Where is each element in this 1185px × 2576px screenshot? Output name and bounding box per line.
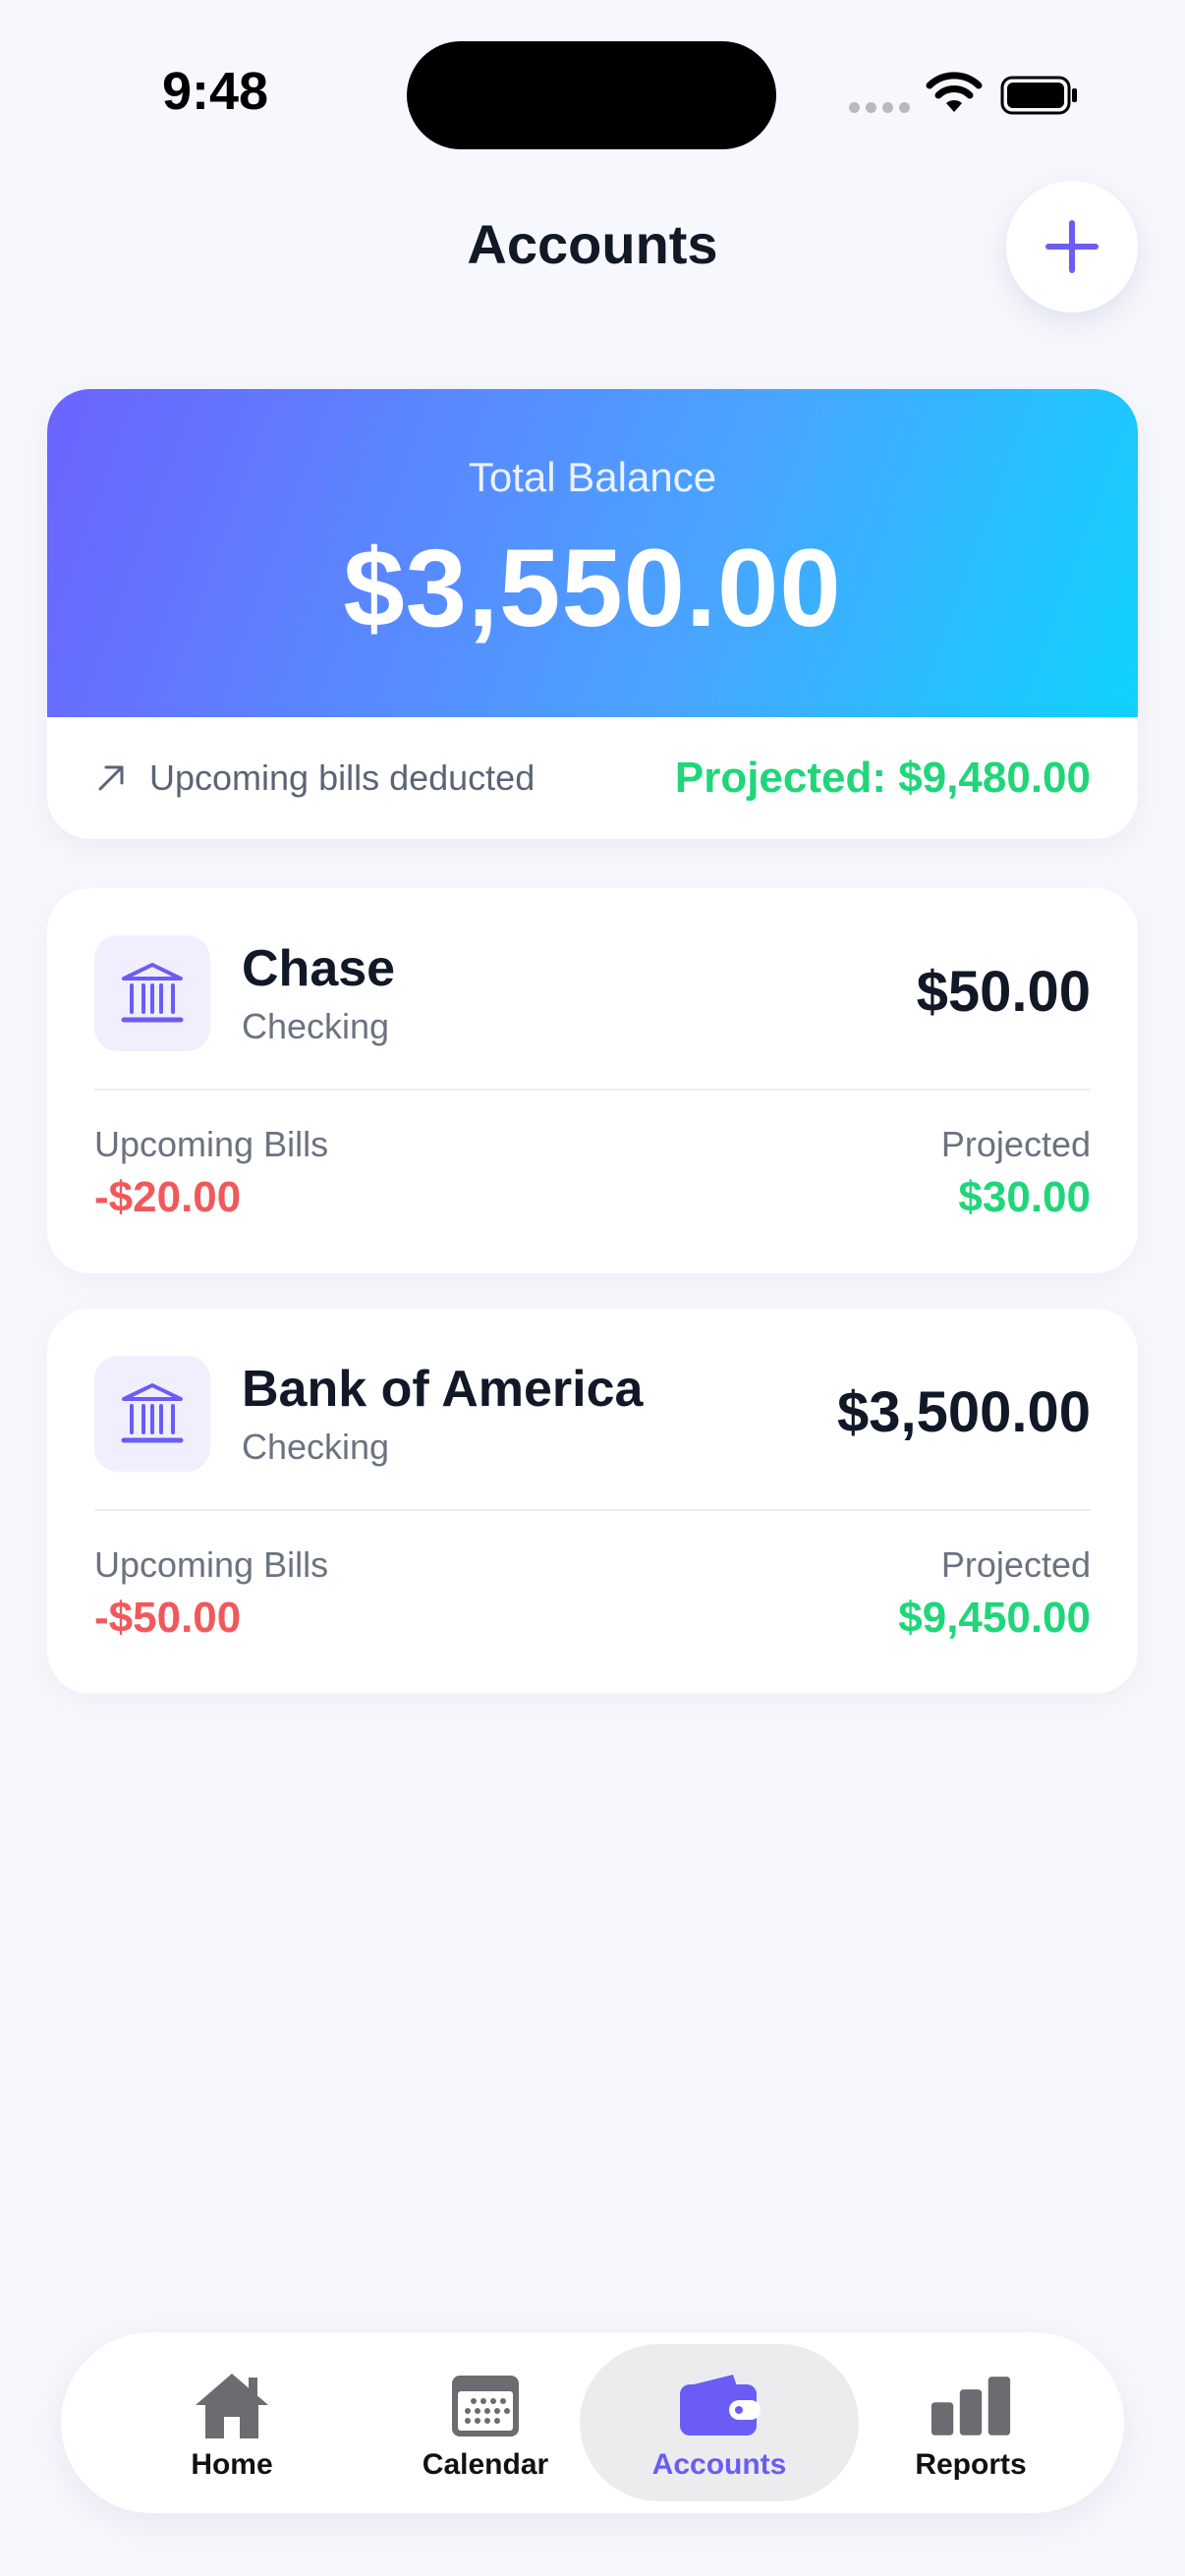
add-account-button[interactable] <box>1006 181 1138 312</box>
total-balance-card: Total Balance $3,550.00 Upcoming bills d… <box>47 389 1138 839</box>
account-card-bank-of-america[interactable]: Bank of America Checking $3,500.00 Upcom… <box>47 1309 1138 1694</box>
battery-icon <box>1000 76 1077 115</box>
cellular-signal-icon <box>849 102 910 113</box>
account-header: Chase Checking $50.00 <box>94 935 1091 1051</box>
dynamic-island <box>407 41 776 149</box>
projected-label: Projected <box>940 1544 1091 1585</box>
account-balance: $3,500.00 <box>836 1380 1091 1444</box>
accounts-screen: 9:48 Accounts Total Balance $3,550.00 Up… <box>0 0 1185 2576</box>
divider <box>94 1089 1091 1091</box>
tab-label: Calendar <box>422 2448 549 2481</box>
bank-icon <box>94 1356 210 1472</box>
house-icon <box>191 2370 273 2440</box>
upcoming-bills-value: -$20.00 <box>94 1173 242 1221</box>
tab-label: Accounts <box>651 2448 787 2481</box>
total-balance-footer: Upcoming bills deducted Projected: $9,48… <box>47 717 1138 839</box>
upcoming-bills-label: Upcoming Bills <box>94 1544 329 1585</box>
account-header: Bank of America Checking $3,500.00 <box>94 1356 1091 1472</box>
account-balance: $50.00 <box>916 960 1091 1024</box>
total-balance-label: Total Balance <box>468 454 717 500</box>
wallet-icon <box>678 2370 761 2440</box>
plus-icon <box>1045 220 1099 273</box>
tab-home[interactable]: Home <box>92 2344 371 2501</box>
total-balance-amount: $3,550.00 <box>343 527 842 649</box>
tab-accounts[interactable]: Accounts <box>580 2344 859 2501</box>
upcoming-bills-value: -$50.00 <box>94 1594 242 1642</box>
divider <box>94 1509 1091 1511</box>
total-projected-value: Projected: $9,480.00 <box>674 754 1091 802</box>
upcoming-bills-label: Upcoming Bills <box>94 1124 329 1164</box>
projected-label: Projected <box>940 1124 1091 1164</box>
status-time: 9:48 <box>162 62 269 121</box>
account-type: Checking <box>242 1427 390 1467</box>
account-name: Bank of America <box>242 1361 644 1418</box>
tab-label: Home <box>191 2448 273 2481</box>
bank-icon <box>94 935 210 1051</box>
projected-value: $30.00 <box>958 1173 1091 1221</box>
tab-label: Reports <box>915 2448 1027 2481</box>
projected-value: $9,450.00 <box>898 1594 1091 1642</box>
upcoming-bills-note-text: Upcoming bills deducted <box>149 757 536 798</box>
tab-bar: Home Calendar Accounts Reports <box>61 2332 1124 2513</box>
wifi-icon <box>926 72 983 112</box>
bar-chart-icon <box>930 2370 1012 2440</box>
tab-reports[interactable]: Reports <box>831 2344 1110 2501</box>
account-type: Checking <box>242 1006 390 1046</box>
total-balance-banner: Total Balance $3,550.00 <box>47 389 1138 717</box>
account-card-chase[interactable]: Chase Checking $50.00 Upcoming Bills -$2… <box>47 888 1138 1273</box>
upcoming-bills-note: Upcoming bills deducted <box>94 757 535 799</box>
calendar-icon <box>444 2370 527 2440</box>
account-name: Chase <box>242 940 396 997</box>
arrow-up-right-icon <box>98 765 124 791</box>
